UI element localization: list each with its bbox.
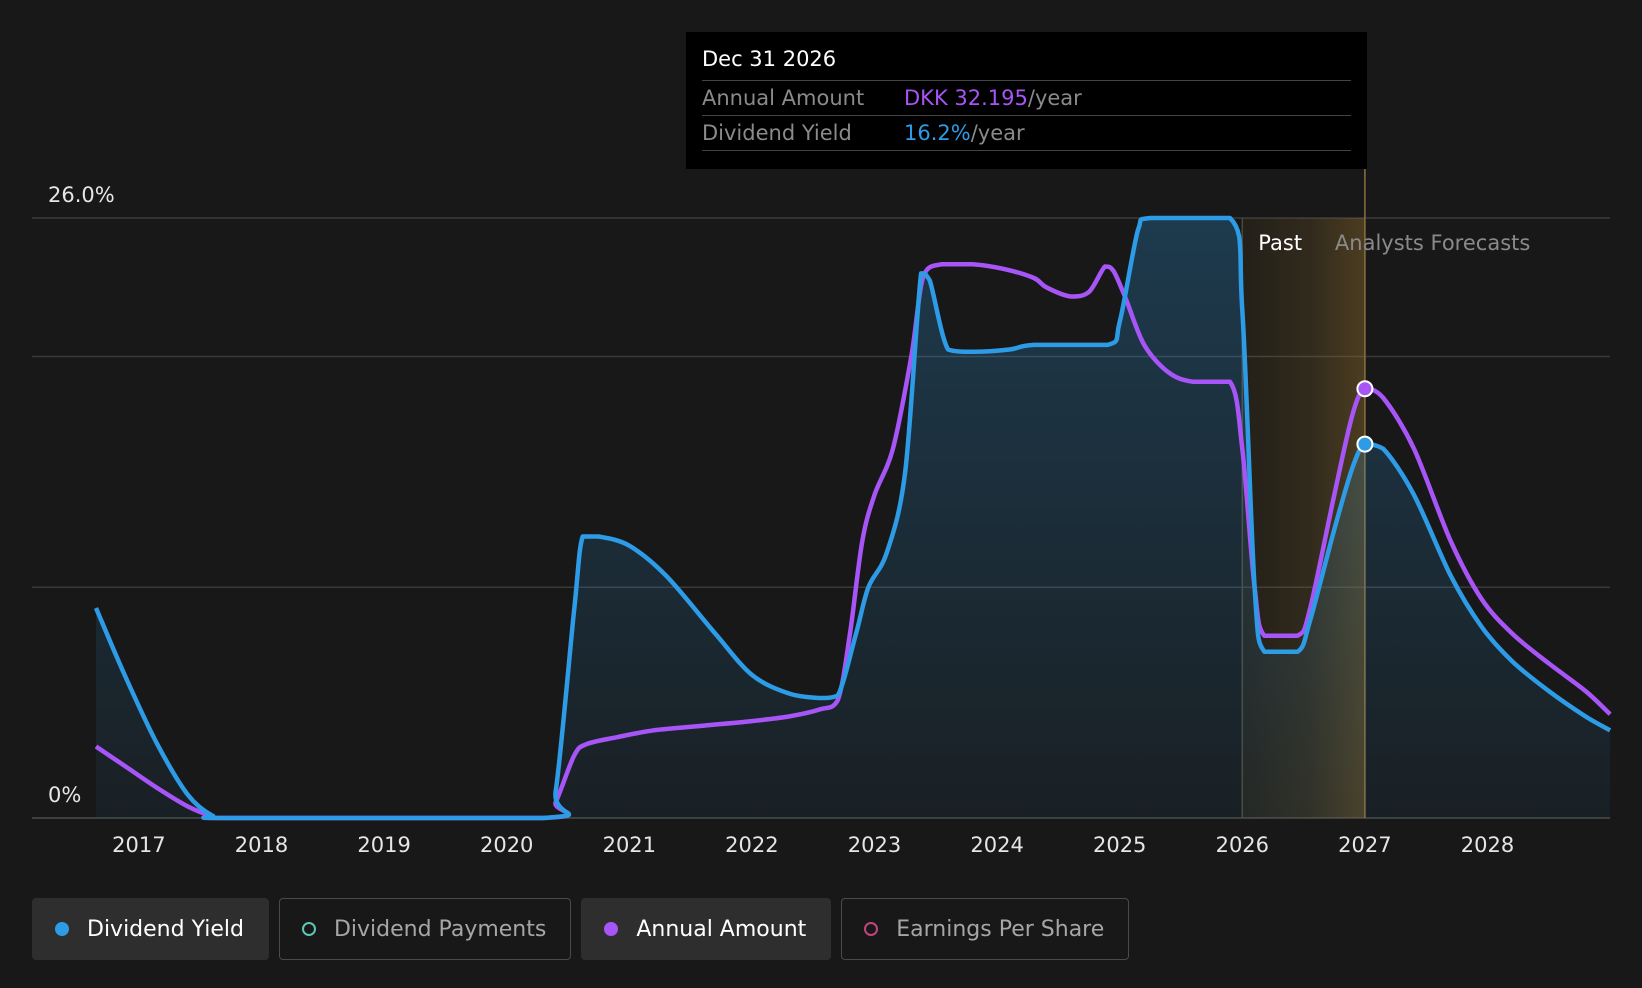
x-tick-label: 2017 — [112, 833, 165, 857]
tooltip-unit: /year — [1027, 86, 1082, 110]
annual-amount-marker — [1356, 380, 1374, 398]
dividend-yield-marker — [1356, 435, 1374, 453]
x-tick-label: 2018 — [235, 833, 288, 857]
legend-dot-icon — [604, 922, 619, 936]
past-label: Past — [1258, 231, 1302, 255]
tooltip-date: Dec 31 2026 — [702, 46, 1351, 81]
tooltip-label: Annual Amount — [702, 86, 865, 110]
legend-label: Annual Amount — [636, 916, 807, 942]
y-axis-bottom-label: 0% — [48, 783, 81, 807]
legend-ring-icon — [864, 922, 879, 936]
legend-ring-icon — [301, 922, 316, 936]
tooltip-row-dividend-yield: Dividend Yield 16.2% /year — [702, 116, 1351, 151]
legend-earnings-per-share[interactable]: Earnings Per Share — [841, 898, 1130, 960]
legend-dividend-yield[interactable]: Dividend Yield — [32, 898, 269, 960]
x-tick-label: 2028 — [1461, 833, 1514, 857]
x-tick-label: 2021 — [603, 833, 656, 857]
x-tick-label: 2019 — [357, 833, 410, 857]
y-axis-top-label: 26.0% — [48, 183, 115, 207]
forecast-label: Analysts Forecasts — [1335, 231, 1530, 255]
x-tick-label: 2023 — [848, 833, 901, 857]
yield-area-fill — [96, 218, 1611, 818]
legend-label: Earnings Per Share — [896, 916, 1105, 942]
legend: Dividend Yield Dividend Payments Annual … — [32, 898, 1130, 960]
x-tick-label: 2024 — [970, 833, 1023, 857]
legend-label: Dividend Payments — [333, 916, 547, 942]
tooltip-row-annual-amount: Annual Amount DKK 32.195 /year — [702, 81, 1351, 116]
legend-label: Dividend Yield — [87, 916, 244, 942]
tooltip-unit: /year — [970, 121, 1025, 145]
tooltip: Dec 31 2026 Annual Amount DKK 32.195 /ye… — [686, 32, 1367, 169]
legend-dot-icon — [55, 922, 69, 936]
x-tick-label: 2020 — [480, 833, 533, 857]
x-tick-label: 2025 — [1093, 833, 1146, 857]
yield-area — [96, 218, 1611, 818]
x-tick-label: 2022 — [725, 833, 778, 857]
tooltip-value: DKK 32.195 — [904, 86, 1028, 110]
x-tick-label: 2026 — [1216, 833, 1269, 857]
tooltip-value: 16.2% — [904, 121, 971, 145]
tooltip-label: Dividend Yield — [702, 121, 852, 145]
legend-dividend-payments[interactable]: Dividend Payments — [278, 898, 572, 960]
x-tick-label: 2027 — [1338, 833, 1391, 857]
legend-annual-amount[interactable]: Annual Amount — [581, 898, 832, 960]
